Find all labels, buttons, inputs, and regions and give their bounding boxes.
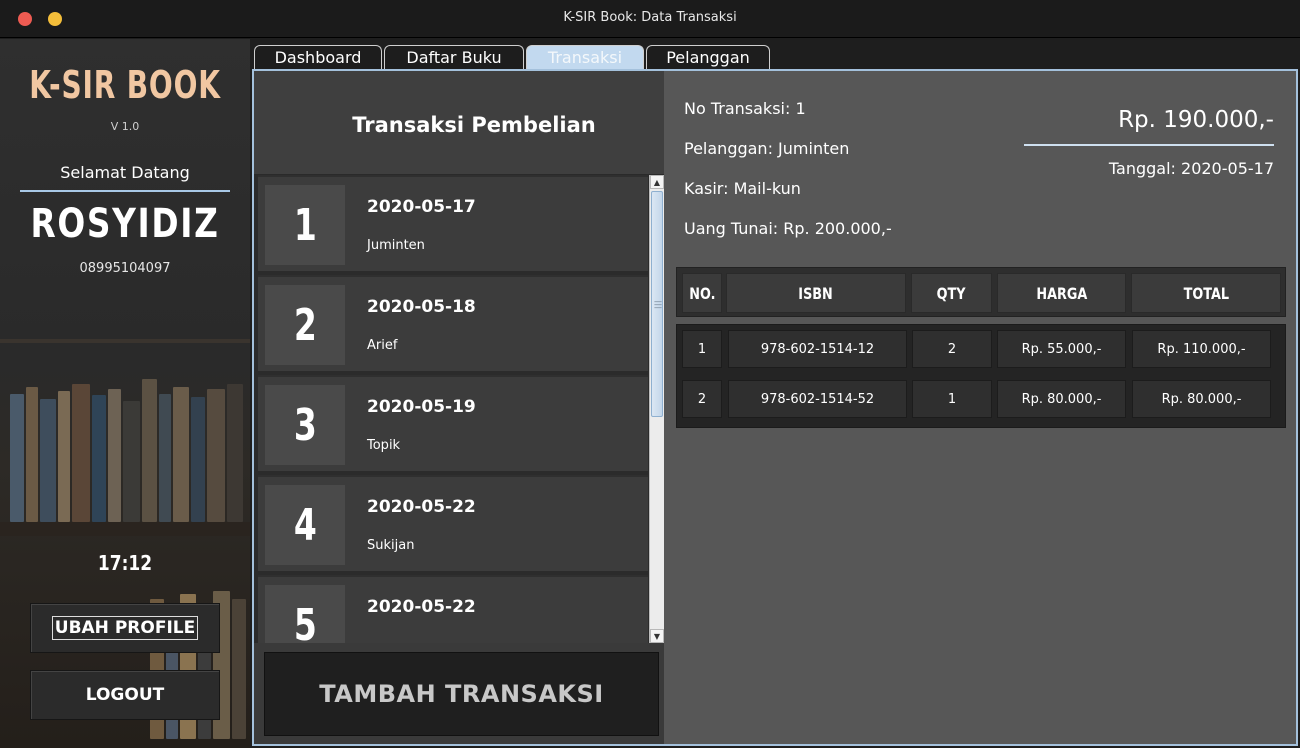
- transaction-number-label: No Transaksi: 1: [684, 99, 806, 118]
- main-panel: Transaksi Pembelian 1 2020-05-17 Juminte…: [252, 69, 1298, 746]
- total-divider: [1024, 144, 1274, 146]
- add-transaction-button[interactable]: TAMBAH TRANSAKSI: [264, 652, 659, 736]
- transaction-date: 2020-05-19: [367, 397, 476, 417]
- transaction-list-item[interactable]: 3 2020-05-19 Topik: [258, 375, 648, 471]
- transaction-date-label: Tanggal: 2020-05-17: [1108, 159, 1274, 178]
- scroll-grip-icon: — — —: [654, 297, 662, 312]
- cashier-label: Kasir: Mail-kun: [684, 179, 801, 198]
- items-table-header: NO. ISBN QTY HARGA TOTAL: [676, 267, 1286, 317]
- welcome-text: Selamat Datang: [60, 163, 190, 182]
- transaction-date: 2020-05-22: [367, 497, 476, 517]
- transaction-date: 2020-05-22: [367, 597, 476, 617]
- transaction-list-scrollbar[interactable]: ▲ — — — ▼: [649, 175, 664, 643]
- column-header-no: NO.: [682, 273, 722, 313]
- scroll-down-arrow-icon[interactable]: ▼: [650, 629, 664, 643]
- cash-label: Uang Tunai: Rp. 200.000,-: [684, 219, 892, 238]
- tab-pelanggan[interactable]: Pelanggan: [646, 45, 770, 69]
- transaction-number: 2: [265, 285, 345, 365]
- transaction-list-item[interactable]: 1 2020-05-17 Juminten: [258, 175, 648, 271]
- user-phone: 08995104097: [79, 261, 171, 276]
- transaction-list-header: Transaksi Pembelian: [254, 71, 664, 175]
- column-header-isbn: ISBN: [726, 273, 906, 313]
- transaction-customer: Juminten: [367, 238, 425, 253]
- username: ROSYIDIZ: [30, 201, 220, 247]
- customer-label: Pelanggan: Juminten: [684, 139, 850, 158]
- edit-profile-label: UBAH PROFILE: [51, 616, 199, 640]
- transaction-number: 3: [265, 385, 345, 465]
- cell-harga: Rp. 80.000,-: [997, 380, 1126, 418]
- cell-harga: Rp. 55.000,-: [997, 330, 1126, 368]
- transaction-number: 1: [265, 185, 345, 265]
- tab-bar: Dashboard Daftar Buku Transaksi Pelangga…: [254, 45, 772, 69]
- transaction-list[interactable]: 1 2020-05-17 Juminten 2 2020-05-18 Arief…: [254, 175, 664, 643]
- transaction-list-panel: Transaksi Pembelian 1 2020-05-17 Juminte…: [254, 71, 664, 744]
- tab-daftar-buku[interactable]: Daftar Buku: [384, 45, 524, 69]
- transaction-customer: Arief: [367, 338, 398, 353]
- app-brand-logo: K-SIR BOOK: [29, 63, 221, 107]
- transaction-list-item[interactable]: 5 2020-05-22: [258, 575, 648, 643]
- cell-qty: 2: [912, 330, 992, 368]
- cell-isbn: 978-602-1514-12: [728, 330, 907, 368]
- transaction-list-item[interactable]: 4 2020-05-22 Sukijan: [258, 475, 648, 571]
- cell-total: Rp. 110.000,-: [1132, 330, 1271, 368]
- welcome-divider: [20, 190, 230, 192]
- column-header-harga: HARGA: [997, 273, 1126, 313]
- transaction-date: 2020-05-17: [367, 197, 476, 217]
- title-bar: K-SIR Book: Data Transaksi: [0, 0, 1300, 38]
- transaction-customer: Sukijan: [367, 538, 415, 553]
- cell-no: 1: [682, 330, 722, 368]
- scroll-thumb[interactable]: — — —: [651, 191, 663, 417]
- scroll-up-arrow-icon[interactable]: ▲: [650, 175, 664, 189]
- transaction-detail-panel: No Transaksi: 1 Pelanggan: Juminten Kasi…: [664, 71, 1296, 744]
- transaction-total: Rp. 190.000,-: [1118, 107, 1274, 133]
- cell-total: Rp. 80.000,-: [1132, 380, 1271, 418]
- transaction-date: 2020-05-18: [367, 297, 476, 317]
- items-table: 1 978-602-1514-12 2 Rp. 55.000,- Rp. 110…: [676, 324, 1286, 428]
- transaction-number: 4: [265, 485, 345, 565]
- clock: 17:12: [97, 551, 153, 575]
- column-header-qty: QTY: [911, 273, 992, 313]
- transaction-list-title: Transaksi Pembelian: [352, 113, 596, 137]
- app-version: V 1.0: [110, 120, 140, 133]
- transaction-number: 5: [265, 585, 345, 643]
- table-row[interactable]: 2 978-602-1514-52 1 Rp. 80.000,- Rp. 80.…: [677, 375, 1287, 423]
- window-title: K-SIR Book: Data Transaksi: [563, 10, 737, 25]
- table-row[interactable]: 1 978-602-1514-12 2 Rp. 55.000,- Rp. 110…: [677, 325, 1287, 373]
- column-header-total: TOTAL: [1131, 273, 1281, 313]
- tab-dashboard[interactable]: Dashboard: [254, 45, 382, 69]
- edit-profile-button[interactable]: UBAH PROFILE: [30, 603, 220, 653]
- sidebar: K-SIR BOOK V 1.0 Selamat Datang ROSYIDIZ…: [0, 39, 250, 748]
- cell-qty: 1: [912, 380, 992, 418]
- logout-button[interactable]: LOGOUT: [30, 670, 220, 720]
- transaction-customer: Topik: [367, 438, 401, 453]
- transaction-list-item[interactable]: 2 2020-05-18 Arief: [258, 275, 648, 371]
- cell-isbn: 978-602-1514-52: [728, 380, 907, 418]
- cell-no: 2: [682, 380, 722, 418]
- tab-transaksi[interactable]: Transaksi: [526, 45, 644, 69]
